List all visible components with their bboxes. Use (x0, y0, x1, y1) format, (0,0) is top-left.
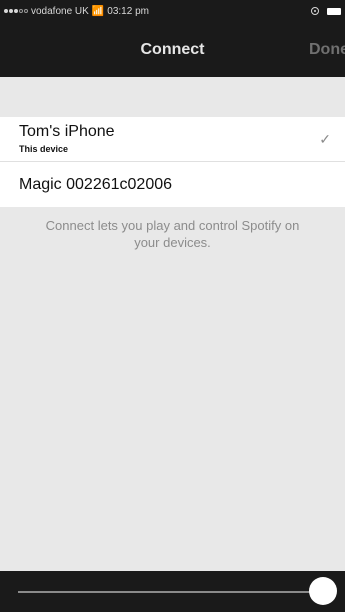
page-title: Connect (140, 40, 205, 58)
connect-info-text: Connect lets you play and control Spotif… (45, 218, 300, 250)
check-icon: ✓ (319, 131, 331, 147)
done-button[interactable]: Done (309, 22, 345, 77)
volume-slider-thumb[interactable] (309, 577, 337, 605)
volume-slider-track[interactable] (18, 591, 323, 593)
device-name: Magic 002261c02006 (19, 176, 173, 193)
device-name: Tom's iPhone (19, 123, 115, 140)
status-bar: vodafone UK 📶 03:12 pm (0, 0, 345, 22)
device-row-toms-iphone[interactable]: Tom's iPhone This device ✓ (0, 117, 345, 162)
carrier-name: vodafone UK (31, 5, 89, 17)
volume-bar (0, 571, 345, 612)
wifi-icon: 📶 (91, 5, 105, 17)
signal-strength-icon (4, 9, 28, 13)
list-header-spacer (0, 77, 345, 117)
status-time: 03:12 pm (107, 5, 149, 17)
device-subtitle: This device (19, 144, 69, 154)
nav-bar: Connect Done (0, 22, 345, 77)
battery-icon (327, 7, 341, 15)
device-row-magic[interactable]: Magic 002261c02006 (0, 162, 345, 207)
orientation-lock-icon (311, 7, 319, 15)
